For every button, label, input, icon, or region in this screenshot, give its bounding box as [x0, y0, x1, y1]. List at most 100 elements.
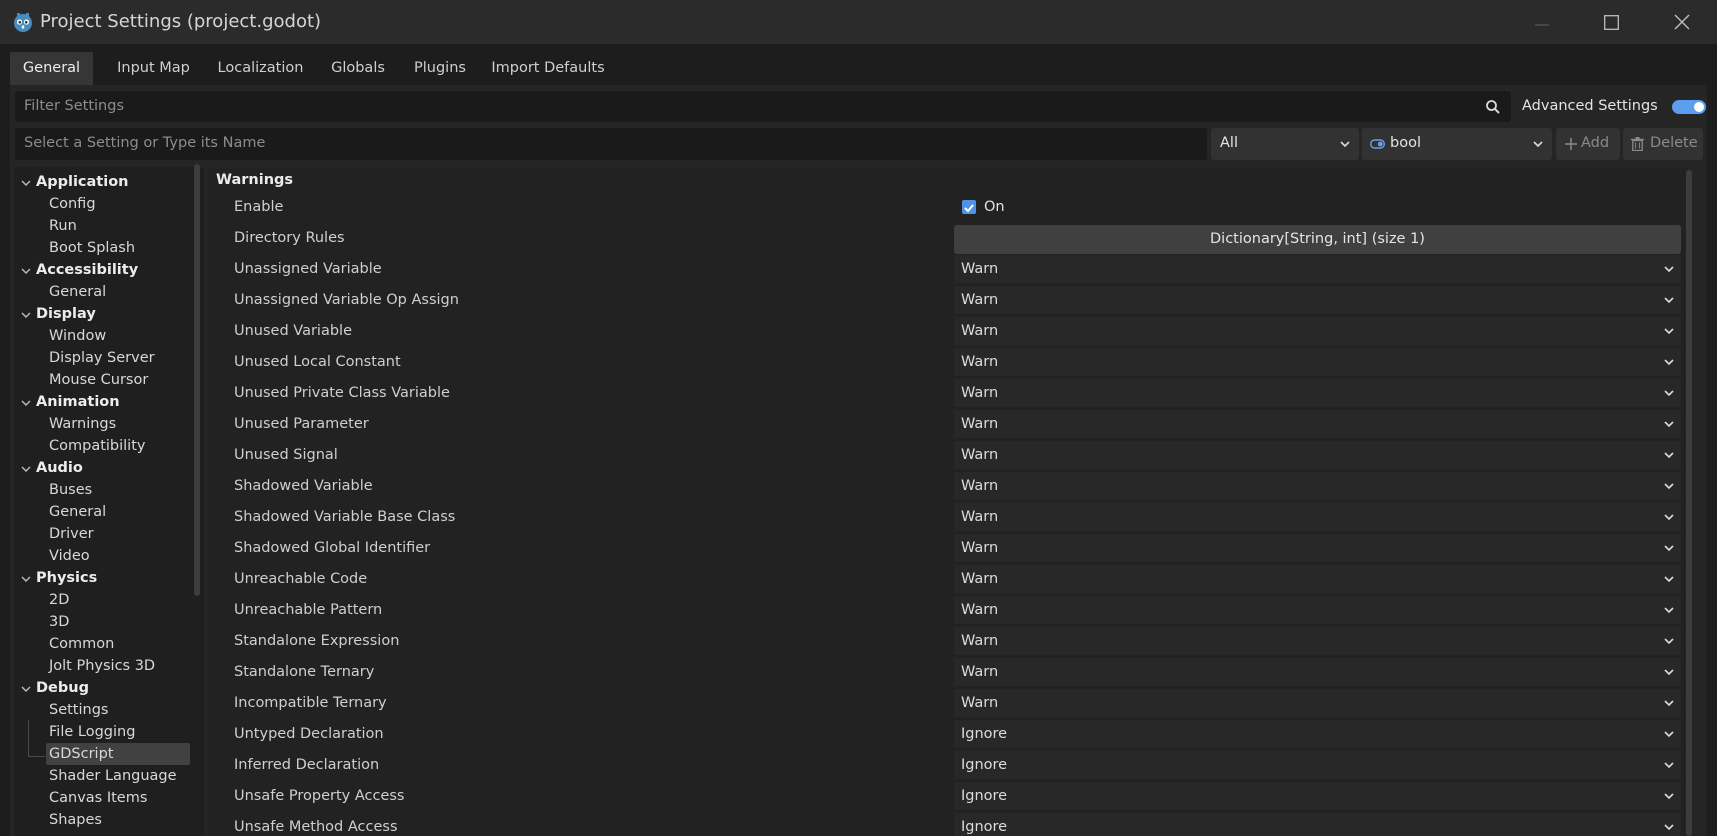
chevron-down-icon[interactable] — [21, 574, 31, 584]
prop-select-unused-variable[interactable]: Warn — [954, 317, 1681, 345]
type-select-value: bool — [1390, 135, 1421, 151]
prop-select-unassigned-variable-op-assign[interactable]: Warn — [954, 286, 1681, 314]
close-icon — [1674, 14, 1690, 30]
tree-item-window[interactable]: Window — [49, 326, 106, 346]
tree-item-compatibility[interactable]: Compatibility — [49, 436, 145, 456]
tree-item-settings[interactable]: Settings — [49, 700, 108, 720]
chevron-down-icon — [1664, 700, 1674, 707]
prop-label-unreachable-pattern: Unreachable Pattern — [234, 602, 383, 618]
prop-select-shadowed-variable[interactable]: Warn — [954, 472, 1681, 500]
tab-import-defaults[interactable]: Import Defaults — [484, 52, 612, 85]
tab-localization[interactable]: Localization — [207, 52, 314, 85]
prop-select-unsafe-method-access[interactable]: Ignore — [954, 813, 1681, 836]
chevron-down-icon[interactable] — [21, 398, 31, 408]
prop-select-value: Warn — [961, 602, 999, 618]
tree-item-display-server[interactable]: Display Server — [49, 348, 155, 368]
tree-item-general[interactable]: General — [49, 502, 106, 522]
tree-item-config[interactable]: Config — [49, 194, 96, 214]
tree-category-accessibility[interactable]: Accessibility — [36, 260, 138, 280]
tree-item-shapes[interactable]: Shapes — [49, 810, 102, 830]
directory-rules-button[interactable]: Dictionary[String, int] (size 1) — [954, 225, 1681, 254]
chevron-down-icon — [1664, 297, 1674, 304]
type-select[interactable]: bool — [1362, 128, 1552, 160]
tab-globals[interactable]: Globals — [320, 52, 396, 85]
tree-item-shader-language[interactable]: Shader Language — [49, 766, 177, 786]
filter-settings-input[interactable]: Filter Settings — [15, 91, 1511, 122]
category-select[interactable]: All — [1211, 128, 1359, 160]
prop-select-untyped-declaration[interactable]: Ignore — [954, 720, 1681, 748]
setting-name-input[interactable]: Select a Setting or Type its Name — [15, 128, 1207, 160]
tab-input-map[interactable]: Input Map — [100, 52, 207, 85]
tree-item-gdscript[interactable]: GDScript — [49, 744, 113, 764]
prop-select-incompatible-ternary[interactable]: Warn — [954, 689, 1681, 717]
chevron-down-icon[interactable] — [21, 266, 31, 276]
chevron-down-icon[interactable] — [21, 310, 31, 320]
prop-select-standalone-expression[interactable]: Warn — [954, 627, 1681, 655]
tree-item-file-logging[interactable]: File Logging — [49, 722, 135, 742]
prop-select-unused-parameter[interactable]: Warn — [954, 410, 1681, 438]
prop-select-unreachable-code[interactable]: Warn — [954, 565, 1681, 593]
tree-category-audio[interactable]: Audio — [36, 458, 83, 478]
tree-item-driver[interactable]: Driver — [49, 524, 94, 544]
tree-label: Warnings — [49, 416, 117, 432]
prop-select-unreachable-pattern[interactable]: Warn — [954, 596, 1681, 624]
prop-select-unassigned-variable[interactable]: Warn — [954, 255, 1681, 283]
prop-select-unsafe-property-access[interactable]: Ignore — [954, 782, 1681, 810]
prop-label-shadowed-variable-base-class: Shadowed Variable Base Class — [234, 509, 456, 525]
tab-plugins[interactable]: Plugins — [403, 52, 477, 85]
chevron-down-icon — [1664, 762, 1674, 769]
chevron-down-icon[interactable] — [21, 464, 31, 474]
tree-category-application[interactable]: Application — [36, 172, 129, 192]
tab-general[interactable]: General — [10, 52, 93, 85]
tree-label: Driver — [49, 526, 94, 542]
tree-item-canvas-items[interactable]: Canvas Items — [49, 788, 147, 808]
prop-select-unused-private-class-variable[interactable]: Warn — [954, 379, 1681, 407]
close-button[interactable] — [1662, 8, 1702, 36]
tree-item-warnings[interactable]: Warnings — [49, 414, 116, 434]
tree-item-general[interactable]: General — [49, 282, 106, 302]
tree-item-run[interactable]: Run — [49, 216, 77, 236]
minimize-button[interactable] — [1522, 8, 1562, 36]
prop-select-value: Warn — [961, 509, 999, 525]
inspector-scrollbar[interactable] — [1686, 170, 1692, 836]
tree-category-debug[interactable]: Debug — [36, 678, 89, 698]
tree-item-2d[interactable]: 2D — [49, 590, 69, 610]
prop-label-unsafe-method-access: Unsafe Method Access — [234, 819, 398, 835]
delete-button[interactable]: Delete — [1623, 128, 1703, 160]
tree-label: Display Server — [49, 350, 155, 366]
chevron-down-icon[interactable] — [21, 178, 31, 188]
add-button-label: Add — [1581, 135, 1610, 151]
prop-select-inferred-declaration[interactable]: Ignore — [954, 751, 1681, 779]
prop-label-shadowed-global-identifier: Shadowed Global Identifier — [234, 540, 431, 556]
tree-category-display[interactable]: Display — [36, 304, 96, 324]
chevron-down-icon — [1664, 514, 1674, 521]
tree-item-boot-splash[interactable]: Boot Splash — [49, 238, 135, 258]
tree-category-animation[interactable]: Animation — [36, 392, 120, 412]
tree-item-3d[interactable]: 3D — [49, 612, 69, 632]
tree-item-video[interactable]: Video — [49, 546, 90, 566]
tree-scrollbar[interactable] — [194, 164, 200, 596]
prop-label-standalone-expression: Standalone Expression — [234, 633, 400, 649]
prop-select-standalone-ternary[interactable]: Warn — [954, 658, 1681, 686]
tree-item-common[interactable]: Common — [49, 634, 114, 654]
prop-select-value: Warn — [961, 478, 999, 494]
tree-item-mouse-cursor[interactable]: Mouse Cursor — [49, 370, 148, 390]
tree-label: Shader Language — [49, 768, 177, 784]
prop-select-shadowed-variable-base-class[interactable]: Warn — [954, 503, 1681, 531]
tree-category-physics[interactable]: Physics — [36, 568, 97, 588]
tree-item-buses[interactable]: Buses — [49, 480, 92, 500]
tree-item-jolt-physics-3d[interactable]: Jolt Physics 3D — [49, 656, 155, 676]
chevron-down-icon[interactable] — [21, 684, 31, 694]
tree-label: Debug — [36, 680, 89, 696]
prop-select-unused-local-constant[interactable]: Warn — [954, 348, 1681, 376]
prop-select-value: Warn — [961, 571, 999, 587]
enable-checkbox[interactable] — [962, 200, 976, 214]
maximize-button[interactable] — [1591, 8, 1631, 36]
add-button[interactable]: Add — [1556, 128, 1620, 160]
tree-label: Video — [49, 548, 90, 564]
prop-label-unassigned-variable: Unassigned Variable — [234, 261, 382, 277]
advanced-settings-toggle[interactable] — [1672, 100, 1706, 114]
prop-select-value: Ignore — [961, 819, 1008, 835]
prop-select-shadowed-global-identifier[interactable]: Warn — [954, 534, 1681, 562]
prop-select-unused-signal[interactable]: Warn — [954, 441, 1681, 469]
